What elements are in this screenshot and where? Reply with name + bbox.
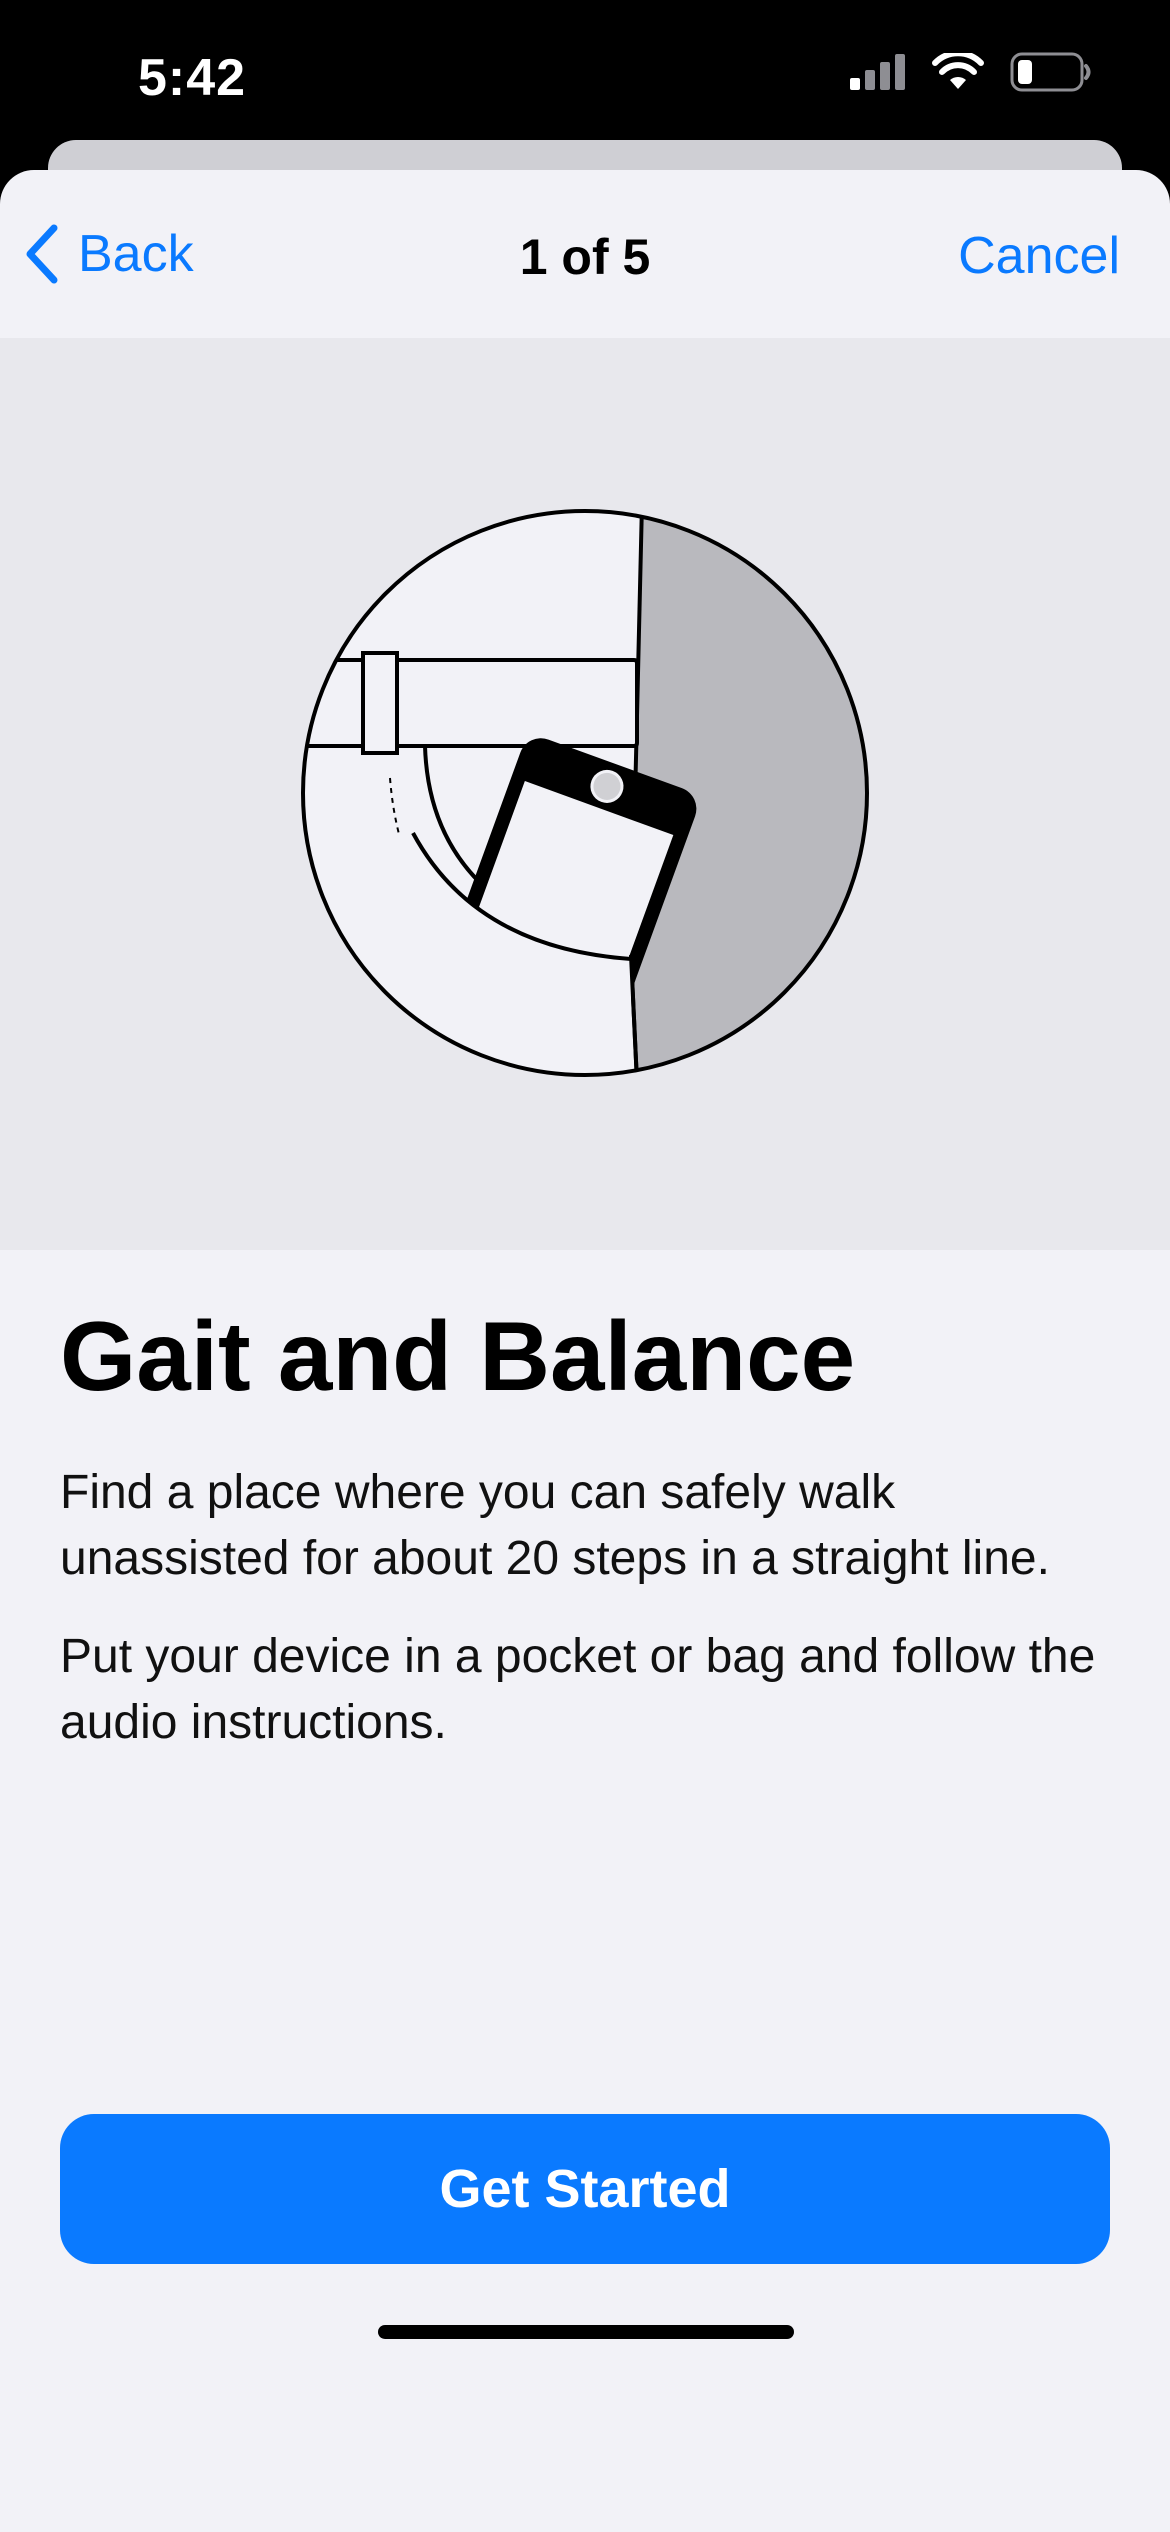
get-started-button[interactable]: Get Started [60, 2114, 1110, 2264]
status-time: 5:42 [138, 49, 247, 107]
status-icons [850, 52, 1092, 92]
phone-in-pocket-icon [301, 509, 869, 1077]
navigation-bar: Back 1 of 5 Cancel [0, 170, 1170, 338]
cellular-signal-icon [850, 54, 905, 90]
instructions: Find a place where you can safely walk u… [60, 1460, 1120, 1788]
illustration-panel [0, 338, 1170, 1250]
page-title: Gait and Balance [60, 1301, 856, 1411]
instruction-paragraph: Put your device in a pocket or bag and f… [60, 1630, 1096, 1749]
modal-sheet: Back 1 of 5 Cancel Gait and Balance Find… [0, 170, 1170, 2532]
instruction-paragraph: Find a place where you can safely walk u… [60, 1466, 1050, 1585]
status-bar: 5:42 [0, 0, 1170, 150]
wifi-icon [932, 53, 984, 89]
battery-icon [1010, 52, 1091, 92]
home-indicator[interactable] [378, 2325, 794, 2339]
cancel-button[interactable]: Cancel [958, 226, 1120, 286]
